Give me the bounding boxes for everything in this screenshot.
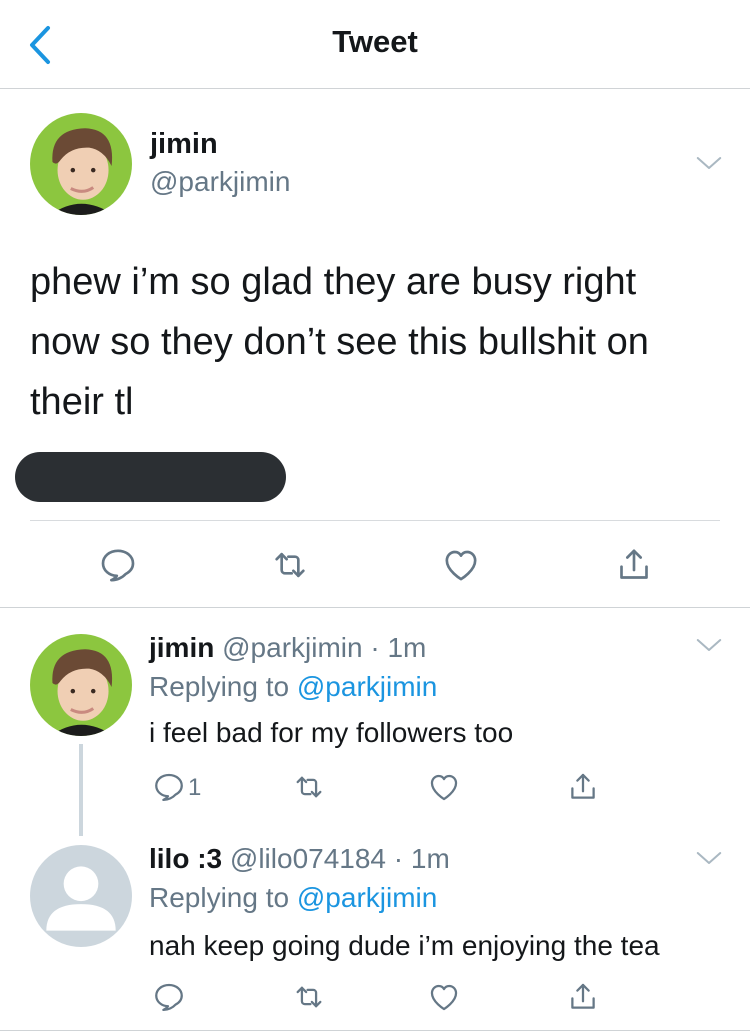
like-icon[interactable] bbox=[427, 770, 461, 804]
retweet-icon[interactable] bbox=[292, 980, 326, 1014]
divider bbox=[30, 520, 720, 521]
chevron-down-icon[interactable] bbox=[694, 843, 724, 873]
separator: · bbox=[393, 843, 404, 874]
replying-label: Replying to bbox=[149, 671, 290, 702]
replying-handle-link[interactable]: @parkjimin bbox=[297, 882, 437, 913]
share-icon[interactable] bbox=[614, 545, 654, 585]
page-title: Tweet bbox=[332, 24, 418, 59]
retweet-icon[interactable] bbox=[270, 545, 310, 585]
display-name[interactable]: lilo :3 bbox=[149, 843, 222, 874]
avatar[interactable] bbox=[30, 113, 132, 215]
separator: · bbox=[370, 632, 380, 663]
avatar[interactable] bbox=[30, 634, 132, 736]
reply-icon[interactable] bbox=[152, 980, 186, 1014]
reply-icon[interactable] bbox=[98, 545, 138, 585]
reply-header: lilo :3 @lilo074184 · 1m bbox=[149, 843, 450, 875]
reply-text: i feel bad for my followers too bbox=[149, 717, 514, 748]
reply-text: nah keep going dude i’m enjoying the tea bbox=[149, 930, 660, 961]
user-handle[interactable]: @parkjimin bbox=[222, 632, 362, 663]
divider bbox=[0, 607, 750, 608]
divider bbox=[0, 1030, 750, 1031]
replying-to: Replying to @parkjimin bbox=[149, 882, 437, 914]
like-icon[interactable] bbox=[427, 980, 461, 1014]
tweet-text: phew i’m so glad they are busy right now… bbox=[30, 252, 649, 432]
timestamp: 1m bbox=[410, 843, 450, 874]
display-name[interactable]: jimin bbox=[149, 632, 214, 663]
reply-header: jimin @parkjimin · 1m bbox=[149, 632, 426, 664]
user-handle[interactable]: @lilo074184 bbox=[230, 843, 386, 874]
replying-label: Replying to bbox=[149, 882, 290, 913]
timestamp: 1m bbox=[387, 632, 427, 663]
tweet-text-line: phew i’m so glad they are busy right bbox=[30, 261, 637, 303]
share-icon[interactable] bbox=[566, 980, 600, 1014]
tweet-text-line: now so they don’t see this bullshit on bbox=[30, 321, 649, 363]
reply-icon[interactable] bbox=[152, 770, 186, 804]
retweet-icon[interactable] bbox=[292, 770, 326, 804]
share-icon[interactable] bbox=[566, 770, 600, 804]
chevron-down-icon[interactable] bbox=[694, 630, 724, 660]
reply-count: 1 bbox=[188, 774, 202, 801]
display-name[interactable]: jimin bbox=[150, 128, 218, 161]
user-handle[interactable]: @parkjimin bbox=[150, 166, 290, 198]
redaction-bar bbox=[15, 452, 286, 502]
like-icon[interactable] bbox=[441, 545, 481, 585]
avatar-default[interactable] bbox=[30, 845, 132, 947]
thread-line bbox=[79, 744, 83, 836]
tweet-text-line: their tl bbox=[30, 381, 134, 423]
replying-to: Replying to @parkjimin bbox=[149, 671, 437, 703]
replying-handle-link[interactable]: @parkjimin bbox=[297, 671, 437, 702]
chevron-down-icon[interactable] bbox=[694, 148, 724, 178]
